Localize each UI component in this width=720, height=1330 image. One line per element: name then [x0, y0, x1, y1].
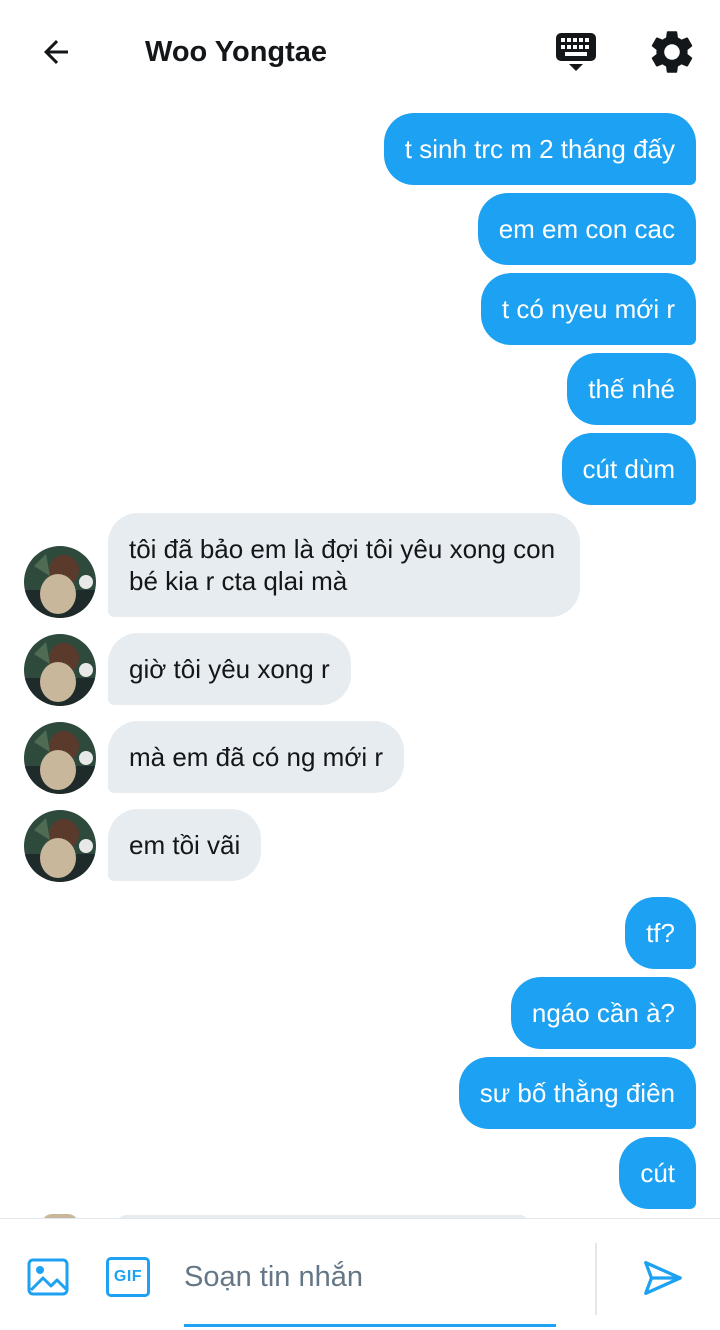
sent-message[interactable]: t có nyeu mới r	[480, 273, 696, 345]
image-icon	[27, 1258, 69, 1296]
sent-message[interactable]: em em con cac	[477, 193, 696, 265]
conversation-header: Woo Yongtae	[0, 0, 720, 104]
sent-message[interactable]: thế nhé	[567, 353, 696, 425]
avatar[interactable]	[24, 634, 96, 706]
sent-message[interactable]: ngáo cần à?	[510, 977, 696, 1049]
received-message[interactable]: em tồi vãi	[108, 809, 262, 881]
sent-message[interactable]: cút	[619, 1137, 696, 1209]
back-button[interactable]	[34, 30, 78, 74]
sent-message[interactable]: t sinh trc m 2 tháng đấy	[383, 113, 696, 185]
message-input-wrapper	[184, 1247, 556, 1327]
keyboard-shortcuts-button[interactable]	[552, 28, 600, 76]
add-image-button[interactable]	[26, 1257, 70, 1297]
arrow-left-icon	[44, 40, 68, 64]
avatar[interactable]	[24, 722, 96, 794]
add-gif-button[interactable]: GIF	[106, 1257, 150, 1297]
avatar[interactable]	[24, 810, 96, 882]
send-icon	[644, 1261, 682, 1295]
gear-icon	[651, 31, 693, 73]
divider	[595, 1243, 597, 1315]
received-message[interactable]: giờ tôi yêu xong r	[108, 633, 351, 705]
received-message[interactable]: tôi đã bảo em là đợi tôi yêu xong con bé…	[108, 513, 580, 617]
message-thread[interactable]: t sinh trc m 2 tháng đấy em em con cac t…	[0, 104, 720, 1218]
sent-message[interactable]: cút dùm	[561, 433, 696, 505]
sent-message[interactable]: sư bố thằng điên	[458, 1057, 696, 1129]
send-button[interactable]	[640, 1255, 686, 1301]
keyboard-icon	[556, 33, 596, 71]
avatar[interactable]	[24, 546, 96, 618]
message-input[interactable]	[184, 1247, 556, 1307]
received-message[interactable]: mà em đã có ng mới r	[108, 721, 405, 793]
message-composer: GIF	[0, 1218, 720, 1330]
settings-button[interactable]	[646, 26, 698, 78]
sent-message[interactable]: tf?	[625, 897, 696, 969]
page-title[interactable]: Woo Yongtae	[145, 32, 327, 72]
